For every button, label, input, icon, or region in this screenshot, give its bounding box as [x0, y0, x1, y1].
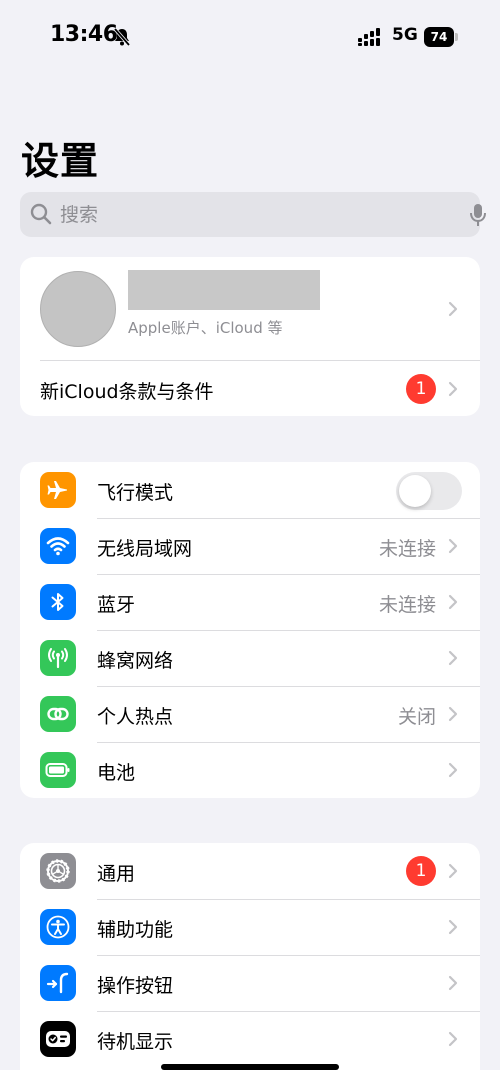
connectivity-card: 飞行模式 无线局域网 未连接 蓝牙 未连接 蜂窝网络 个人热点 关闭 电池 — [20, 462, 480, 798]
gear-icon — [40, 853, 76, 889]
account-name-redacted — [128, 270, 320, 310]
toggle-knob — [399, 475, 431, 507]
chevron-right-icon — [448, 538, 458, 554]
action-button-icon — [40, 965, 76, 1001]
standby-icon — [40, 1021, 76, 1057]
search-icon — [30, 203, 52, 225]
account-subtitle: Apple账户、iCloud 等 — [128, 319, 283, 337]
cellular-icon — [40, 640, 76, 676]
settings-row-label: 通用 — [97, 863, 136, 885]
airplane-icon — [40, 472, 76, 508]
chevron-right-icon — [448, 706, 458, 722]
settings-row-bluetooth[interactable]: 蓝牙 未连接 — [20, 574, 480, 630]
chevron-right-icon — [448, 594, 458, 610]
status-time: 13:46 — [50, 22, 118, 47]
settings-row-standby[interactable]: 待机显示 — [20, 1011, 480, 1067]
chevron-right-icon — [448, 381, 458, 397]
chevron-right-icon — [448, 650, 458, 666]
settings-row-accessibility[interactable]: 辅助功能 — [20, 899, 480, 955]
page-title: 设置 — [21, 139, 100, 183]
airplane-mode-toggle[interactable] — [396, 472, 462, 510]
settings-row-airplane-mode[interactable]: 飞行模式 — [20, 462, 480, 518]
hotspot-status: 关闭 — [397, 706, 436, 728]
search-bar[interactable] — [20, 192, 486, 237]
settings-row-action-button[interactable]: 操作按钮 — [20, 955, 480, 1011]
chevron-right-icon — [448, 975, 458, 991]
home-indicator[interactable] — [161, 1064, 339, 1070]
settings-row-label: 待机显示 — [97, 1031, 174, 1053]
settings-row-label: 飞行模式 — [97, 482, 174, 504]
settings-row-cellular[interactable]: 蜂窝网络 — [20, 630, 480, 686]
chevron-right-icon — [448, 301, 458, 317]
avatar — [40, 271, 116, 347]
apple-account-row[interactable]: Apple账户、iCloud 等 — [20, 257, 480, 361]
settings-row-general[interactable]: 通用 1 — [20, 843, 480, 899]
chevron-right-icon — [448, 1031, 458, 1047]
general-card: 通用 1 辅助功能 操作按钮 待机显示 — [20, 843, 480, 1070]
network-type: 5G — [392, 25, 418, 45]
settings-row-label: 辅助功能 — [97, 919, 174, 941]
bluetooth-icon — [40, 584, 76, 620]
search-input[interactable] — [60, 192, 440, 237]
notification-badge: 1 — [406, 856, 436, 886]
wifi-icon — [40, 528, 76, 564]
battery-indicator: 74 — [424, 27, 458, 47]
settings-row-label: 电池 — [97, 762, 136, 784]
icloud-terms-label: 新iCloud条款与条件 — [40, 381, 214, 403]
silent-bell-icon — [113, 27, 131, 47]
chevron-right-icon — [448, 863, 458, 879]
bluetooth-status: 未连接 — [378, 594, 436, 616]
settings-row-battery[interactable]: 电池 — [20, 742, 480, 798]
settings-row-label: 无线局域网 — [97, 538, 193, 560]
accessibility-icon — [40, 909, 76, 945]
wifi-status: 未连接 — [378, 538, 436, 560]
settings-row-hotspot[interactable]: 个人热点 关闭 — [20, 686, 480, 742]
status-bar: 13:46 5G 74 — [0, 22, 500, 54]
settings-row-wifi[interactable]: 无线局域网 未连接 — [20, 518, 480, 574]
account-card: Apple账户、iCloud 等 新iCloud条款与条件 1 — [20, 257, 480, 416]
signal-icon — [358, 28, 380, 46]
settings-row-label: 操作按钮 — [97, 975, 174, 997]
icloud-terms-row[interactable]: 新iCloud条款与条件 1 — [20, 361, 480, 416]
battery-cap — [455, 33, 458, 41]
microphone-icon[interactable] — [468, 203, 488, 227]
hotspot-icon — [40, 696, 76, 732]
battery-level: 74 — [424, 27, 454, 47]
settings-screen: 13:46 5G 74 设置 搜索 Apple账户、iCloud 等 新iClo… — [0, 0, 500, 1070]
settings-row-label: 个人热点 — [97, 706, 174, 728]
chevron-right-icon — [448, 762, 458, 778]
notification-badge: 1 — [406, 374, 436, 404]
battery-icon — [40, 752, 76, 788]
settings-row-label: 蓝牙 — [97, 594, 136, 616]
chevron-right-icon — [448, 919, 458, 935]
settings-row-label: 蜂窝网络 — [97, 650, 174, 672]
